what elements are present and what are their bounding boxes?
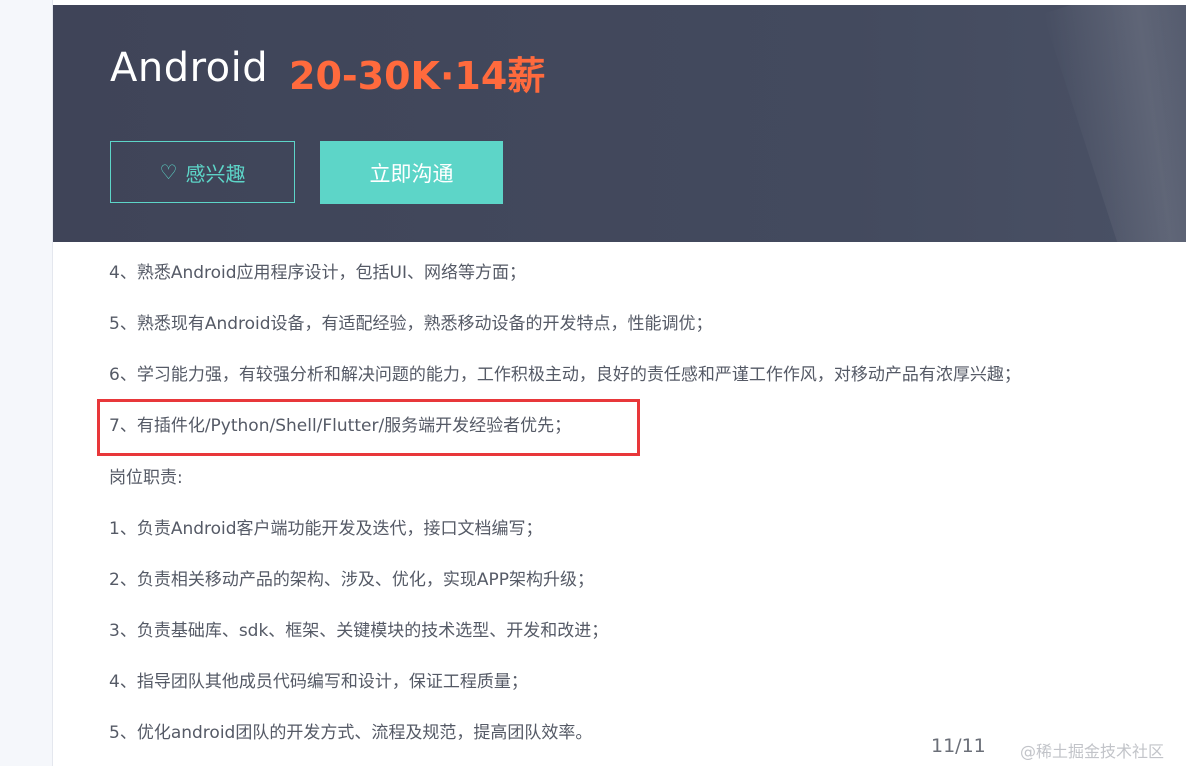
page-counter: 11/11 bbox=[931, 735, 986, 757]
duties-heading: 岗位职责: bbox=[109, 468, 183, 488]
left-sidebar-strip bbox=[0, 0, 53, 766]
duty-item: 1、负责Android客户端功能开发及迭代，接口文档编写； bbox=[109, 519, 543, 539]
heart-icon: ♡ bbox=[159, 160, 178, 184]
requirement-item: 6、学习能力强，有较强分析和解决问题的能力，工作积极主动，良好的责任感和严谨工作… bbox=[109, 365, 1021, 385]
requirement-item: 4、熟悉Android应用程序设计，包括UI、网络等方面； bbox=[109, 263, 526, 283]
header-sheen-decoration bbox=[1043, 5, 1186, 242]
duty-item: 2、负责相关移动产品的架构、涉及、优化，实现APP架构升级； bbox=[109, 570, 594, 590]
duty-item: 4、指导团队其他成员代码编写和设计，保证工程质量； bbox=[109, 672, 528, 692]
job-title: Android bbox=[110, 45, 269, 91]
duty-item: 5、优化android团队的开发方式、流程及规范，提高团队效率。 bbox=[109, 723, 593, 743]
duty-item: 3、负责基础库、sdk、框架、关键模块的技术选型、开发和改进； bbox=[109, 621, 609, 641]
interest-button-label: 感兴趣 bbox=[185, 161, 246, 186]
interest-button[interactable]: ♡ 感兴趣 bbox=[110, 141, 295, 203]
chat-now-button[interactable]: 立即沟通 bbox=[320, 141, 503, 204]
highlight-annotation-box bbox=[97, 399, 640, 456]
chat-now-button-label: 立即沟通 bbox=[369, 161, 454, 186]
job-header: Android 20-30K·14薪 ♡ 感兴趣 立即沟通 bbox=[53, 5, 1186, 242]
requirement-item: 5、熟悉现有Android设备，有适配经验，熟悉移动设备的开发特点，性能调优； bbox=[109, 314, 713, 334]
watermark: @稀土掘金技术社区 bbox=[1020, 742, 1165, 761]
job-salary: 20-30K·14薪 bbox=[289, 54, 546, 98]
